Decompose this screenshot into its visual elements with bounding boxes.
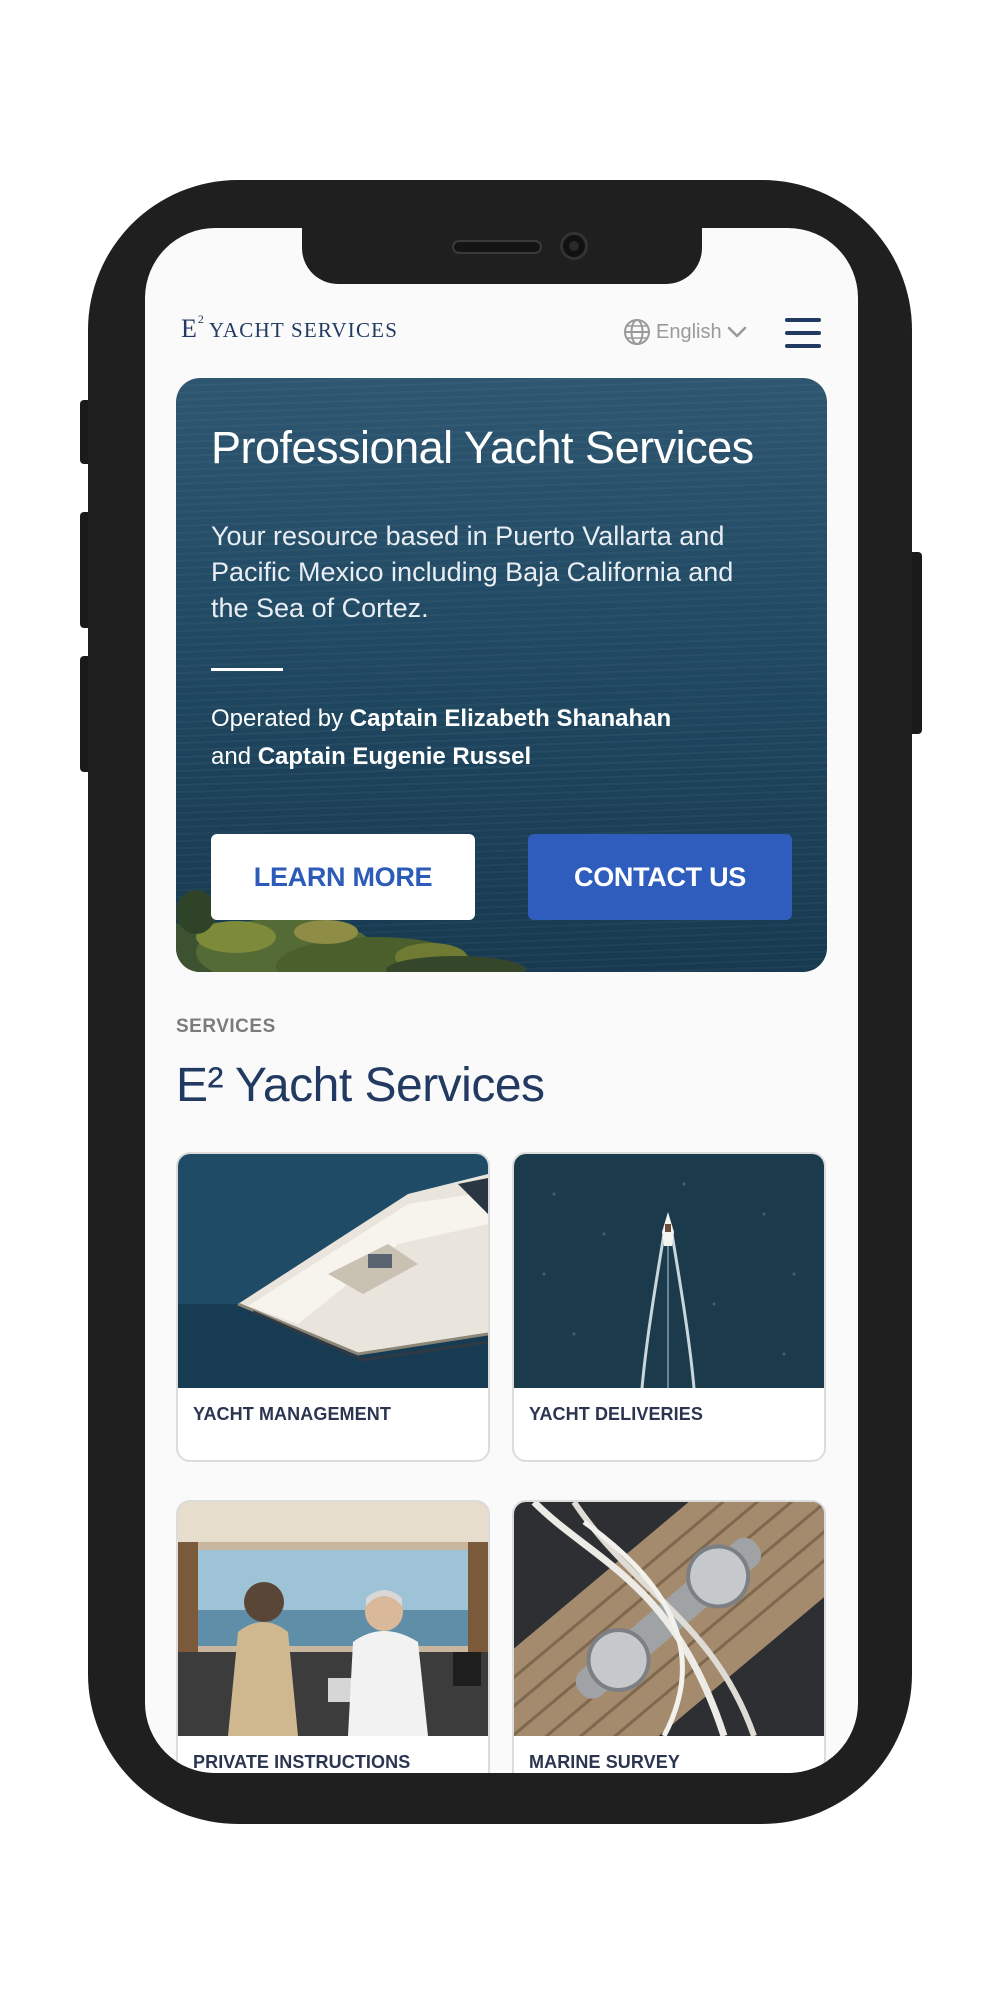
operated-join: and [211, 743, 258, 770]
card-label: YACHT DELIVERIES [529, 1404, 703, 1424]
chevron-down-icon [727, 326, 746, 338]
services-title: E² Yacht Services [176, 1059, 545, 1112]
globe-icon [624, 319, 650, 345]
services-eyebrow: SERVICES [176, 1016, 276, 1037]
logo-superscript: 2 [197, 312, 205, 326]
service-card-marine-survey[interactable]: MARINE SURVEY [512, 1500, 826, 1773]
captain-1-name: Captain Elizabeth Shanahan [349, 705, 672, 732]
bridge-crew-image [178, 1502, 488, 1736]
hero-operated-by: Operated by Captain Elizabeth Shanahan a… [211, 700, 771, 776]
hero-title: Professional Yacht Services [211, 422, 754, 473]
site-header: E2 YACHT SERVICES English [145, 308, 858, 358]
hamburger-menu-icon[interactable] [785, 316, 823, 350]
mooring-cleat-image [514, 1502, 824, 1736]
hero-divider [211, 668, 283, 671]
card-label: MARINE SURVEY [529, 1752, 680, 1772]
phone-screen: E2 YACHT SERVICES English Professional Y… [145, 228, 858, 1773]
service-card-private-instructions[interactable]: PRIVATE INSTRUCTIONS [176, 1500, 490, 1773]
card-label: YACHT MANAGEMENT [193, 1404, 391, 1424]
learn-more-button[interactable]: LEARN MORE [211, 834, 475, 920]
front-camera [560, 232, 588, 260]
speaker-grille [452, 240, 542, 254]
hero-banner: Professional Yacht Services Your resourc… [176, 378, 827, 972]
logo-text: YACHT SERVICES [208, 318, 399, 342]
service-card-yacht-management[interactable]: YACHT MANAGEMENT [176, 1152, 490, 1462]
captain-2-name: Captain Eugenie Russel [257, 743, 532, 770]
logo-mark: E [181, 314, 198, 343]
card-label: PRIVATE INSTRUCTIONS [193, 1752, 411, 1772]
language-selector[interactable]: English [622, 314, 748, 350]
contact-us-button[interactable]: CONTACT US [528, 834, 792, 920]
hero-description: Your resource based in Puerto Vallarta a… [211, 521, 734, 623]
language-label: English [656, 320, 722, 343]
service-card-yacht-deliveries[interactable]: YACHT DELIVERIES [512, 1152, 826, 1462]
operated-prefix: Operated by [211, 705, 350, 732]
phone-notch [302, 228, 702, 284]
boat-wake-image [514, 1154, 824, 1388]
yacht-bow-image [178, 1154, 488, 1388]
site-logo[interactable]: E2 YACHT SERVICES [181, 312, 399, 344]
